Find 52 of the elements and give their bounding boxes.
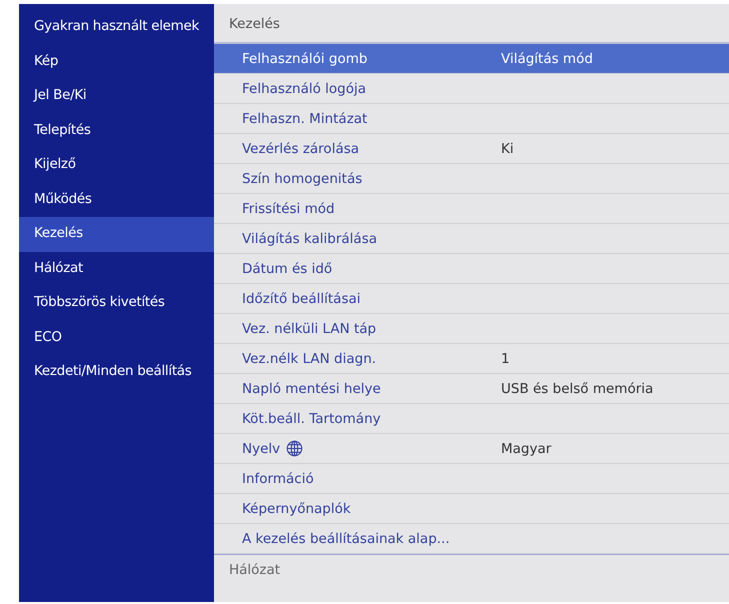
sidebar-item[interactable]: Kijelző	[19, 148, 214, 182]
menu-row[interactable]: Szín homogenitás	[214, 164, 729, 194]
menu-row[interactable]: Vez. nélküli LAN táp	[214, 314, 729, 344]
menu-row[interactable]: Képernyőnaplók	[214, 494, 729, 524]
menu-label: Világítás kalibrálása	[242, 230, 377, 246]
menu-row[interactable]: Frissítési mód	[214, 194, 729, 224]
menu-row[interactable]: Dátum és idő	[214, 254, 729, 284]
menu-row[interactable]: Világítás kalibrálása	[214, 224, 729, 254]
menu-label: Dátum és idő	[242, 260, 332, 276]
menu-row[interactable]: A kezelés beállításainak alap...	[214, 524, 729, 554]
menu-label: Napló mentési helye	[242, 380, 381, 396]
sidebar-item[interactable]: Jel Be/Ki	[19, 79, 214, 114]
menu-label: Köt.beáll. Tartomány	[242, 410, 381, 426]
menu-label: Nyelv	[242, 440, 280, 456]
sidebar-item[interactable]: Többszörös kivetítés	[19, 286, 214, 320]
sidebar-item[interactable]: Működés	[19, 182, 214, 217]
menu-row[interactable]: Nyelv Magyar	[214, 434, 729, 464]
menu-row[interactable]: Információ	[214, 464, 729, 494]
menu-row[interactable]: Felhasználói gomb Világítás mód	[214, 44, 729, 74]
menu-value: USB és belső memória	[501, 380, 654, 396]
menu-row[interactable]: Felhaszn. Mintázat	[214, 104, 729, 134]
menu-label: Frissítési mód	[242, 200, 335, 216]
menu-label: Vez.nélk LAN diagn.	[242, 350, 376, 366]
menu-label: Felhaszn. Mintázat	[242, 110, 368, 126]
menu-label: Képernyőnaplók	[242, 500, 351, 516]
menu-row[interactable]: Napló mentési helye USB és belső memória	[214, 374, 729, 404]
menu-row[interactable]: Időzítő beállításai	[214, 284, 729, 314]
sidebar-item[interactable]: Telepítés	[19, 114, 214, 148]
menu-label: Vez. nélküli LAN táp	[242, 320, 376, 336]
menu-label: Információ	[242, 470, 314, 486]
menu-row[interactable]: Vezérlés zárolása Ki	[214, 134, 729, 164]
sidebar-item[interactable]: Kezdeti/Minden beállítás	[19, 355, 214, 390]
menu-value: Világítás mód	[501, 50, 593, 66]
sidebar-item[interactable]: ECO	[19, 320, 214, 355]
menu-label: A kezelés beállításainak alap...	[242, 530, 450, 546]
menu-label: Felhasználói gomb	[242, 50, 368, 66]
menu-label: Vezérlés zárolása	[242, 140, 360, 156]
menu-value: Magyar	[501, 440, 552, 456]
globe-icon	[286, 440, 304, 457]
menu-row[interactable]: Vez.nélk LAN diagn. 1	[214, 344, 729, 374]
sidebar-item[interactable]: Gyakran használt elemek	[19, 10, 214, 44]
menu-value: 1	[501, 350, 510, 366]
menu-row[interactable]: Felhasználó logója	[214, 74, 729, 104]
sidebar-item[interactable]: Hálózat	[19, 252, 214, 286]
section-title: Hálózat	[214, 554, 729, 583]
menu-value: Ki	[501, 140, 514, 156]
menu-label: Szín homogenitás	[242, 170, 362, 186]
sidebar-item[interactable]: Kép	[19, 44, 214, 79]
menu-row[interactable]: Köt.beáll. Tartomány	[214, 404, 729, 434]
menu-label: Időzítő beállításai	[242, 290, 361, 306]
sidebar-item[interactable]: Kezelés	[19, 217, 214, 252]
menu-label: Felhasználó logója	[242, 80, 366, 96]
